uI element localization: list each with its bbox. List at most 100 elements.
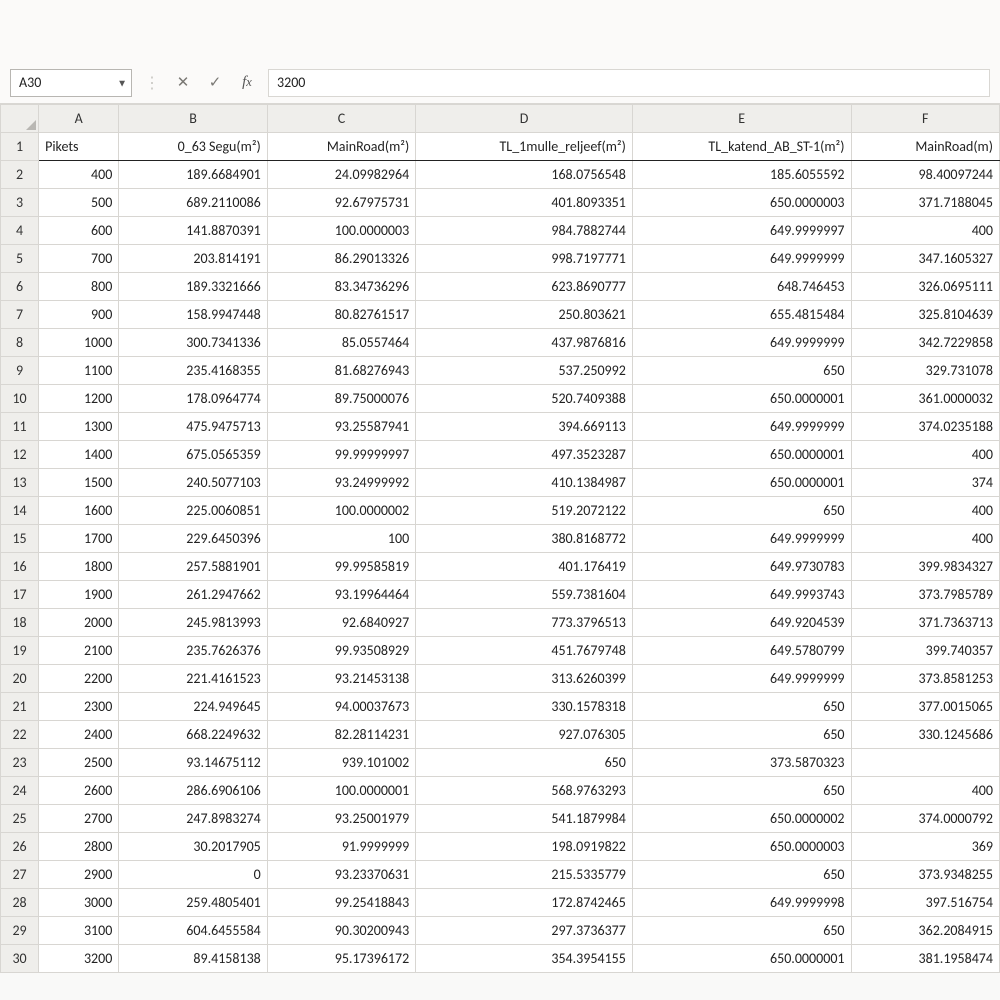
col-header-C[interactable]: C <box>267 105 415 133</box>
cell[interactable]: 649.9993743 <box>632 581 851 609</box>
row-header[interactable]: 22 <box>1 721 39 749</box>
cell[interactable]: 354.3954155 <box>416 945 633 973</box>
row-header[interactable]: 18 <box>1 609 39 637</box>
cell[interactable]: 500 <box>39 189 119 217</box>
cell[interactable]: 24.09982964 <box>267 161 415 189</box>
cell[interactable]: 650.0000003 <box>632 189 851 217</box>
cell[interactable]: 221.4161523 <box>119 665 267 693</box>
cell[interactable]: 224.949645 <box>119 693 267 721</box>
cell[interactable]: 410.1384987 <box>416 469 633 497</box>
row-header[interactable]: 11 <box>1 413 39 441</box>
cell[interactable]: 261.2947662 <box>119 581 267 609</box>
cell[interactable]: 92.67975731 <box>267 189 415 217</box>
cell[interactable]: 81.68276943 <box>267 357 415 385</box>
chevron-down-icon[interactable]: ▼ <box>117 76 127 89</box>
cell[interactable]: 1700 <box>39 525 119 553</box>
cell[interactable]: 380.8168772 <box>416 525 633 553</box>
cell[interactable]: 30.2017905 <box>119 833 267 861</box>
row-header[interactable]: 16 <box>1 553 39 581</box>
cell[interactable]: 1900 <box>39 581 119 609</box>
cell[interactable]: 215.5335779 <box>416 861 633 889</box>
cell[interactable]: 650 <box>632 721 851 749</box>
cell[interactable]: 650 <box>632 917 851 945</box>
cell[interactable]: 650.0000001 <box>632 441 851 469</box>
cell[interactable]: 939.101002 <box>267 749 415 777</box>
cell[interactable]: 93.21453138 <box>267 665 415 693</box>
row-header[interactable]: 13 <box>1 469 39 497</box>
name-box[interactable]: A30 ▼ <box>10 69 132 97</box>
row-header[interactable]: 14 <box>1 497 39 525</box>
row-header[interactable]: 28 <box>1 889 39 917</box>
cell[interactable]: 568.9763293 <box>416 777 633 805</box>
cell[interactable]: 400 <box>39 161 119 189</box>
col-header-F[interactable]: F <box>851 105 999 133</box>
cell[interactable]: 649.9999999 <box>632 245 851 273</box>
cell[interactable]: 2400 <box>39 721 119 749</box>
cell[interactable]: 93.25001979 <box>267 805 415 833</box>
cell[interactable]: 83.34736296 <box>267 273 415 301</box>
cell[interactable]: 247.8983274 <box>119 805 267 833</box>
cell[interactable]: 648.746453 <box>632 273 851 301</box>
row-header[interactable]: 30 <box>1 945 39 973</box>
cell[interactable]: 604.6455584 <box>119 917 267 945</box>
cell[interactable]: 0 <box>119 861 267 889</box>
cell[interactable]: 229.6450396 <box>119 525 267 553</box>
cell[interactable]: 650 <box>632 693 851 721</box>
cell[interactable]: 225.0060851 <box>119 497 267 525</box>
cell[interactable]: 373.9348255 <box>851 861 999 889</box>
cell[interactable]: 1500 <box>39 469 119 497</box>
row-header[interactable]: 5 <box>1 245 39 273</box>
cell[interactable]: 497.3523287 <box>416 441 633 469</box>
cell[interactable]: 559.7381604 <box>416 581 633 609</box>
cell[interactable]: 451.7679748 <box>416 637 633 665</box>
cell[interactable]: 373.5870323 <box>632 749 851 777</box>
cell[interactable]: 2300 <box>39 693 119 721</box>
cell[interactable]: 437.9876816 <box>416 329 633 357</box>
cell[interactable]: 98.40097244 <box>851 161 999 189</box>
cell[interactable]: 90.30200943 <box>267 917 415 945</box>
cell[interactable]: 313.6260399 <box>416 665 633 693</box>
cell[interactable]: 399.9834327 <box>851 553 999 581</box>
row-header[interactable]: 25 <box>1 805 39 833</box>
cell[interactable]: 203.814191 <box>119 245 267 273</box>
cell[interactable]: 141.8870391 <box>119 217 267 245</box>
cell[interactable]: 92.6840927 <box>267 609 415 637</box>
cell[interactable]: 3200 <box>39 945 119 973</box>
cell[interactable]: 259.4805401 <box>119 889 267 917</box>
cell[interactable]: 374 <box>851 469 999 497</box>
cell[interactable]: 100.0000001 <box>267 777 415 805</box>
cell[interactable]: 650.0000001 <box>632 945 851 973</box>
row-header[interactable]: 23 <box>1 749 39 777</box>
cell[interactable]: 374.0235188 <box>851 413 999 441</box>
cell[interactable]: 189.3321666 <box>119 273 267 301</box>
cell[interactable]: 394.669113 <box>416 413 633 441</box>
col-header-B[interactable]: B <box>119 105 267 133</box>
fx-icon[interactable]: fx <box>236 72 258 94</box>
cell[interactable]: 374.0000792 <box>851 805 999 833</box>
cell[interactable]: 650.0000002 <box>632 805 851 833</box>
cell[interactable]: 400 <box>851 217 999 245</box>
cell[interactable]: 623.8690777 <box>416 273 633 301</box>
cell[interactable]: 400 <box>851 497 999 525</box>
cell[interactable]: 700 <box>39 245 119 273</box>
cell[interactable]: 650 <box>632 357 851 385</box>
cell[interactable]: 800 <box>39 273 119 301</box>
row-header[interactable]: 1 <box>1 133 39 161</box>
cell[interactable]: TL_katend_AB_ST-1(m²) <box>632 133 851 161</box>
cell[interactable]: 650.0000001 <box>632 385 851 413</box>
cell[interactable]: 650 <box>416 749 633 777</box>
cell[interactable]: 91.9999999 <box>267 833 415 861</box>
cell[interactable]: 400 <box>851 777 999 805</box>
col-header-A[interactable]: A <box>39 105 119 133</box>
cell[interactable]: 649.9999999 <box>632 413 851 441</box>
cell[interactable]: 99.25418843 <box>267 889 415 917</box>
row-header[interactable]: 6 <box>1 273 39 301</box>
cell[interactable]: 377.0015065 <box>851 693 999 721</box>
cell[interactable]: 1000 <box>39 329 119 357</box>
cell[interactable]: 537.250992 <box>416 357 633 385</box>
cell[interactable]: 649.5780799 <box>632 637 851 665</box>
cell[interactable]: 93.14675112 <box>119 749 267 777</box>
cell[interactable]: 326.0695111 <box>851 273 999 301</box>
cell[interactable]: MainRoad(m²) <box>267 133 415 161</box>
cell[interactable]: 342.7229858 <box>851 329 999 357</box>
